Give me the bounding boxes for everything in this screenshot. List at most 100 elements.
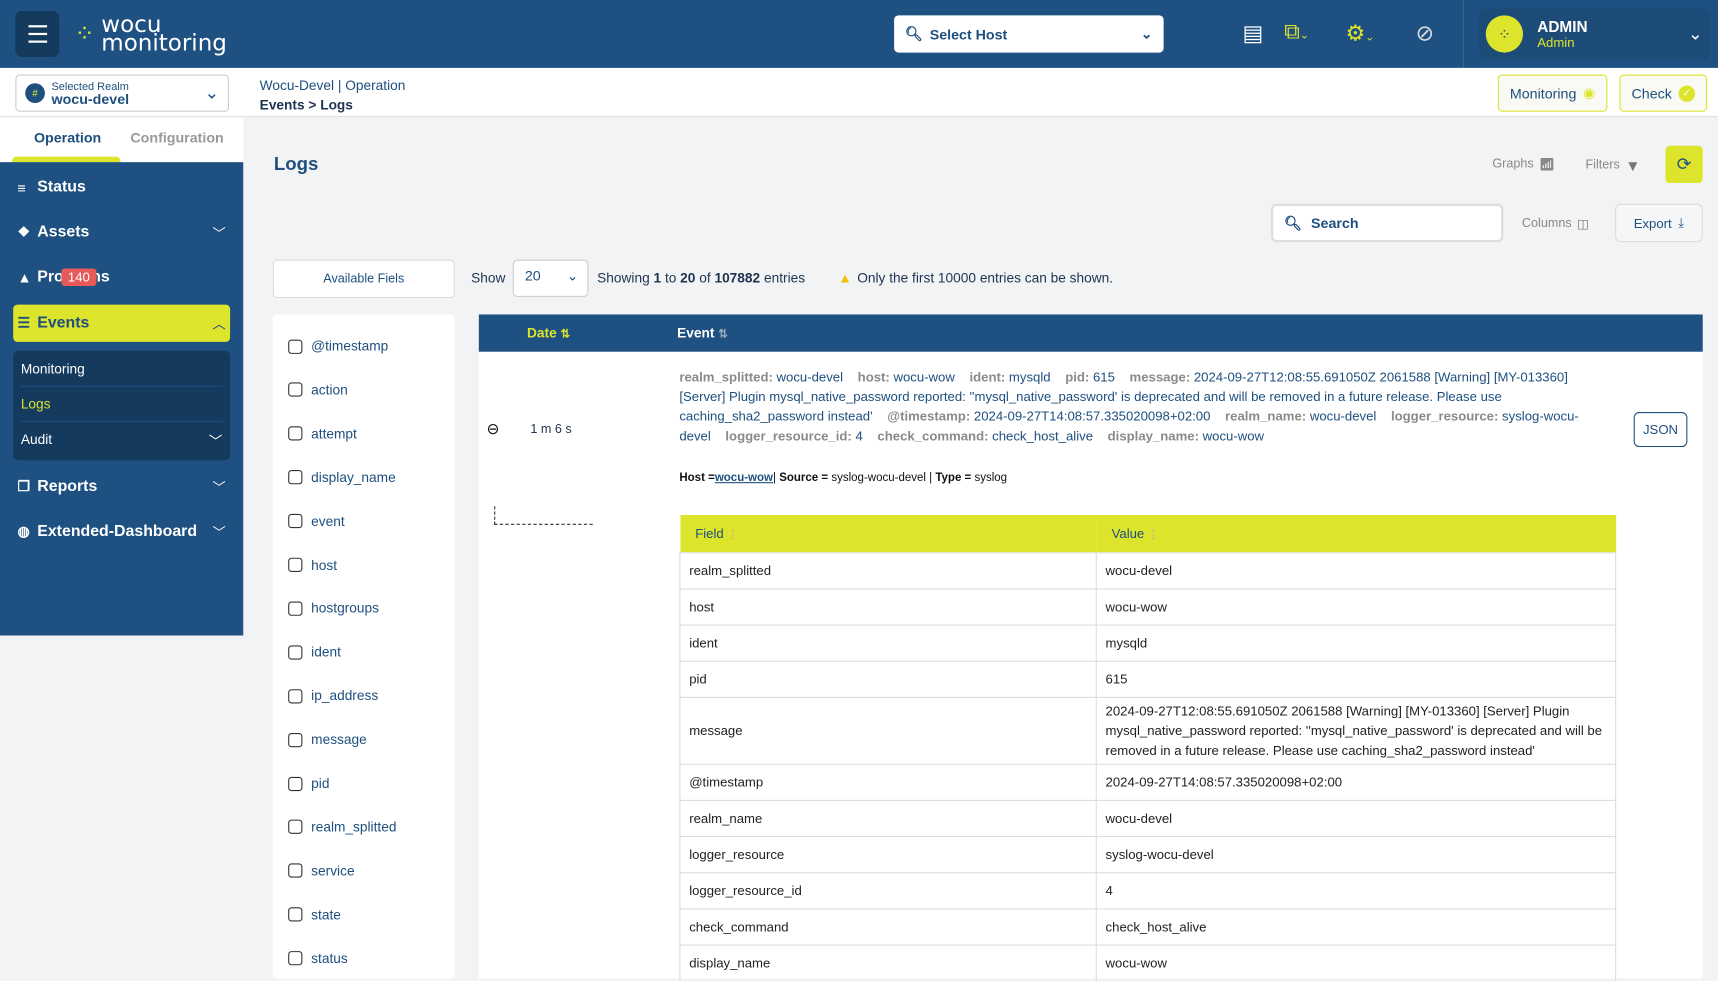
json-button[interactable]: JSON [1633, 411, 1688, 448]
sidebar-item-assets[interactable]: ❖ Assets ﹀ [13, 214, 230, 251]
user-menu[interactable]: ⁘ ADMIN Admin ⌄ [1479, 8, 1710, 60]
columns-button[interactable]: Columns ◫ [1522, 216, 1589, 231]
checkbox[interactable] [288, 645, 303, 660]
sidebar-item-label: Extended-Dashboard [37, 522, 198, 541]
checkbox[interactable] [288, 601, 303, 616]
menu-toggle-button[interactable] [15, 10, 60, 57]
breadcrumb: Wocu-Devel | Operation Events > Logs [260, 76, 406, 115]
field-item[interactable]: ip_address [288, 688, 379, 704]
detail-value: 4 [1095, 871, 1617, 909]
page-size-select[interactable]: 20 ⌄ [512, 259, 589, 297]
field-item[interactable]: service [288, 863, 355, 879]
breadcrumb-sep: | [337, 77, 342, 94]
select-host-dropdown[interactable]: 🔍︎ Select Host ⌄ [894, 15, 1164, 53]
graphs-button[interactable]: Graphs 📶︎ [1492, 157, 1555, 172]
detail-value: wocu-wow [1095, 943, 1617, 981]
field-label: ip_address [311, 688, 379, 704]
sidebar-item-status[interactable]: ≡ Status [13, 169, 230, 206]
sidebar-nav: ≡ Status ❖ Assets ﹀ ▲ Problems140 ☰ Events ︿ M… [0, 162, 244, 636]
checkbox[interactable] [288, 951, 303, 966]
t: Value [1111, 525, 1145, 542]
checkbox[interactable] [288, 470, 303, 485]
field-item[interactable]: attempt [288, 426, 357, 441]
table-header: Date ⇅ Event ⇅ [478, 314, 1703, 352]
sidebar-item-reports[interactable]: ❐ Reports ﹀ [13, 468, 230, 505]
refresh-button[interactable]: ⟳ [1665, 145, 1703, 183]
sidebar-item-label: Events [37, 314, 90, 332]
field-item[interactable]: @timestamp [288, 339, 388, 354]
gears-icon[interactable]: ⚙⌄ [1346, 20, 1375, 47]
checkbox[interactable] [288, 382, 303, 398]
field-item[interactable]: status [288, 951, 348, 966]
detail-header-value[interactable]: Value ⋮ [1096, 514, 1616, 553]
chevron-up-icon: ︿ [212, 316, 226, 332]
detail-field: check_command [679, 907, 1097, 946]
checkbox[interactable] [288, 820, 303, 835]
avatar: ⁘ [1485, 15, 1524, 53]
realm-selector[interactable]: # Selected Realm wocu-devel ⌄ [15, 74, 230, 112]
filters-button[interactable]: Filters ▼ [1585, 157, 1640, 175]
monitoring-button[interactable]: Monitoring ◉ [1497, 74, 1608, 112]
sidebar-item-extended-dashboard[interactable]: ◍ Extended-Dashboard ﹀ [13, 513, 230, 550]
detail-header-field[interactable]: Field ⋮ [679, 514, 1097, 553]
submenu-monitoring[interactable]: Monitoring [20, 352, 223, 387]
detail-field: realm_name [679, 799, 1097, 837]
disabled-history-icon[interactable]: ⊘ [1416, 20, 1434, 47]
sidebar-item-events[interactable]: ☰ Events ︿ [13, 304, 231, 342]
field-item[interactable]: state [288, 907, 341, 922]
breadcrumb-operation[interactable]: Operation [345, 78, 405, 93]
sidebar-tabs: Operation Configuration [0, 117, 244, 163]
graphs-label: Graphs [1492, 157, 1534, 171]
checkbox[interactable] [288, 732, 303, 747]
logo[interactable]: ⁘ wocu monitoring [75, 13, 227, 55]
select-host-label: Select Host [929, 25, 1008, 43]
field-item[interactable]: display_name [288, 470, 396, 485]
t: Host = [679, 471, 715, 485]
field-item[interactable]: action [288, 382, 348, 398]
sidebar-item-problems[interactable]: ▲ Problems140 [13, 259, 230, 296]
field-item[interactable]: message [288, 732, 367, 747]
host-link[interactable]: wocu-wow [715, 471, 773, 484]
chevron-down-icon: ﹀ [212, 524, 226, 540]
checkbox[interactable] [288, 907, 303, 922]
check-button[interactable]: Check ✓ [1619, 74, 1707, 112]
event-key: logger_resource_id: [725, 428, 852, 444]
breadcrumb-realm[interactable]: Wocu-Devel [260, 78, 334, 93]
available-fields-button[interactable]: Available Fiels [272, 259, 455, 299]
events-submenu: Monitoring Logs Audit ﹀ [13, 350, 231, 461]
event-key: host: [857, 369, 890, 385]
checkbox[interactable] [288, 863, 303, 878]
checkbox[interactable] [288, 688, 303, 704]
external-link-icon[interactable]: ⧉⌄ [1284, 20, 1309, 45]
field-label: attempt [311, 426, 357, 442]
field-item[interactable]: host [288, 557, 337, 573]
submenu-logs[interactable]: Logs [20, 387, 223, 422]
chevron-down-icon: ⌄ [1140, 25, 1153, 42]
refresh-icon: ⟳ [1676, 155, 1692, 175]
columns-icon: ◫ [1577, 218, 1590, 232]
checkbox[interactable] [288, 776, 303, 791]
row-date: 1 m 6 s [530, 422, 572, 437]
checkbox[interactable] [288, 339, 303, 354]
checkbox[interactable] [288, 557, 303, 572]
database-icon: ☰ [17, 314, 31, 331]
search-input[interactable]: 🔍︎ Search [1271, 203, 1504, 243]
field-item[interactable]: hostgroups [288, 601, 379, 616]
export-button[interactable]: Export ⤓ [1615, 203, 1703, 243]
submenu-audit[interactable]: Audit ﹀ [21, 422, 223, 457]
column-date[interactable]: Date ⇅ [527, 325, 570, 340]
field-item[interactable]: realm_splitted [288, 819, 396, 835]
checkbox[interactable] [288, 513, 303, 529]
field-item[interactable]: pid [288, 776, 329, 791]
tab-configuration[interactable]: Configuration [130, 129, 223, 145]
field-item[interactable]: event [288, 513, 345, 529]
book-icon[interactable]: ▤ [1243, 20, 1264, 47]
event-detail-table: Field ⋮ Value ⋮ realm_splitted wocu-devel h… [679, 514, 1617, 981]
tab-operation[interactable]: Operation [34, 129, 101, 145]
field-item[interactable]: ident [288, 645, 341, 660]
column-event[interactable]: Event ⇅ [677, 325, 728, 340]
detail-value: mysqld [1095, 624, 1617, 662]
collapse-row-icon[interactable]: ⊖ [486, 420, 499, 439]
realm-value: wocu-devel [51, 90, 130, 108]
checkbox[interactable] [288, 426, 303, 441]
